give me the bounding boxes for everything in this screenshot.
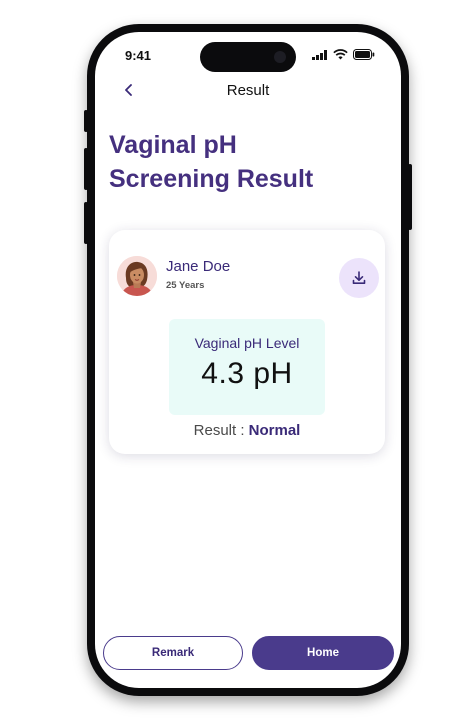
patient-age: 25 Years [166, 280, 205, 291]
ph-level-value: 4.3 pH [201, 357, 293, 390]
result-label: Result : [193, 422, 249, 439]
result-line: Result : Normal [109, 422, 385, 439]
mute-switch [84, 110, 88, 132]
download-icon [352, 271, 366, 284]
volume-down-button [84, 202, 88, 244]
page-title: Result [226, 82, 270, 99]
screening-heading: Vaginal pH Screening Result [109, 128, 369, 196]
dynamic-island [200, 42, 296, 72]
result-value: Normal [248, 422, 301, 439]
wifi-icon [333, 49, 348, 60]
result-card: Jane Doe 25 Years Vaginal pH Level 4.3 p… [109, 230, 385, 454]
ph-level-label: Vaginal pH Level [194, 335, 300, 351]
status-icons [312, 49, 375, 60]
phone-frame: 9:41 Result Vaginal pH Screening Result … [84, 24, 412, 696]
avatar-illustration [117, 256, 157, 296]
remark-button[interactable]: Remark [103, 636, 243, 670]
camera-icon [274, 51, 286, 63]
power-button [408, 164, 412, 230]
home-button[interactable]: Home [252, 636, 394, 670]
battery-icon [353, 49, 375, 60]
volume-up-button [84, 148, 88, 190]
heading-line-1: Vaginal pH [109, 131, 237, 159]
ph-level-box: Vaginal pH Level 4.3 pH [169, 319, 325, 415]
patient-name: Jane Doe [166, 258, 231, 275]
heading-line-2: Screening Result [109, 165, 314, 193]
avatar [117, 256, 157, 296]
screen: 9:41 Result Vaginal pH Screening Result … [95, 32, 401, 688]
download-button[interactable] [339, 258, 379, 298]
status-time: 9:41 [125, 48, 152, 63]
signal-icon [312, 49, 327, 60]
